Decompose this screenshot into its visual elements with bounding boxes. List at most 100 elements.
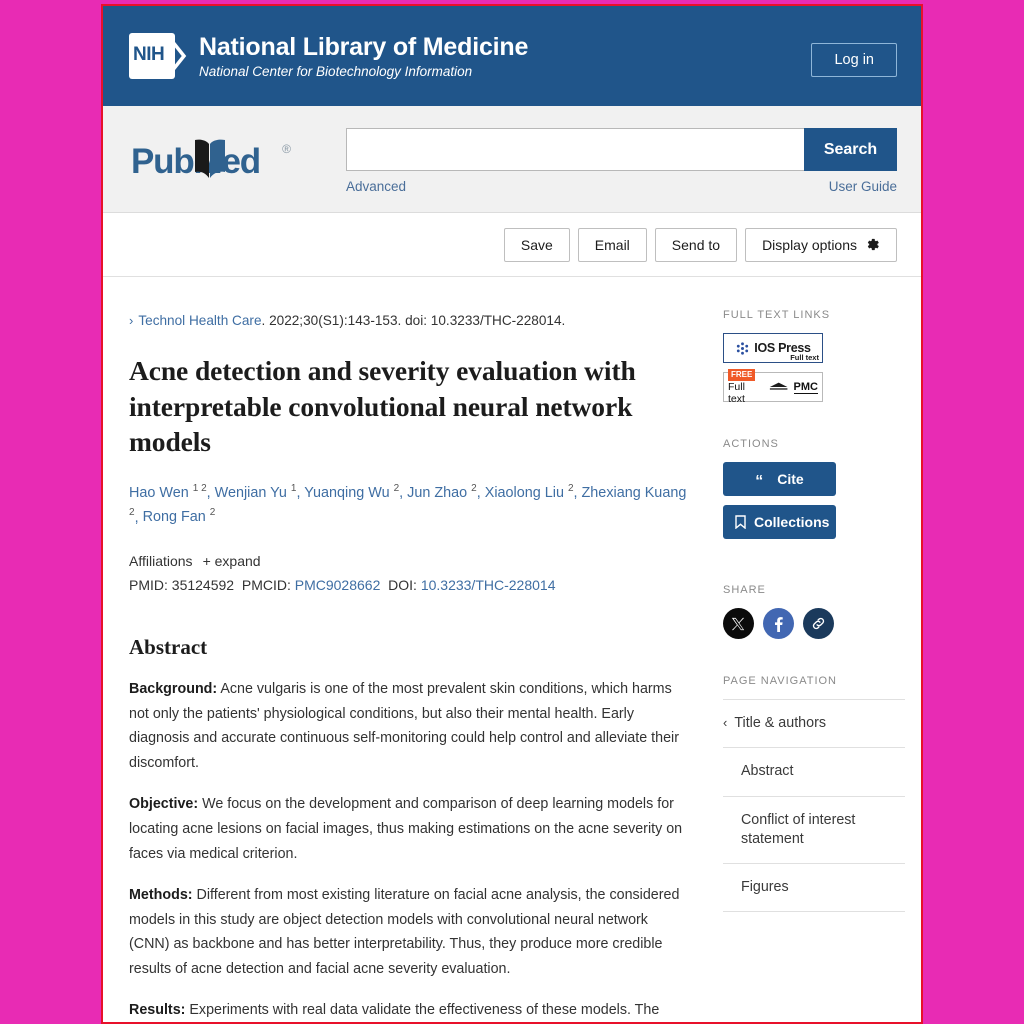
collections-button-label: Collections xyxy=(753,514,830,530)
author-4[interactable]: Xiaolong Liu 2 xyxy=(484,483,574,501)
bookmark-icon xyxy=(735,515,746,529)
author-2[interactable]: Yuanqing Wu 2 xyxy=(304,483,399,501)
author-5-name: Zhexiang Kuang xyxy=(581,484,687,501)
author-sep-5: , xyxy=(134,509,143,526)
main-content-column: › Technol Health Care. 2022;30(S1):143-1… xyxy=(103,277,715,1022)
author-3-name: Jun Zhao xyxy=(407,484,468,501)
pmc-label: PMC xyxy=(793,380,818,394)
abstract-heading: Abstract xyxy=(129,635,208,660)
display-options-label: Display options xyxy=(762,236,857,253)
abstract-objective-text: We focus on the development and comparis… xyxy=(129,796,683,862)
author-0[interactable]: Hao Wen 1 2 xyxy=(129,482,207,501)
nav-item-conflict-of-interest-label: Conflict of interest statement xyxy=(740,811,856,847)
save-button[interactable]: Save xyxy=(503,227,570,262)
citation-line: › Technol Health Care. 2022;30(S1):143-1… xyxy=(129,311,689,331)
actions-heading: ACTIONS xyxy=(722,438,779,450)
article-action-bar: Save Email Send to Display options xyxy=(103,213,921,277)
abstract-results: Results: Experiments with real data vali… xyxy=(129,998,689,1022)
nav-item-abstract-label: Abstract xyxy=(740,763,794,780)
nih-logo-mark: NIH xyxy=(129,32,187,79)
abstract-background-label: Background: xyxy=(129,681,218,698)
share-x-twitter-button[interactable] xyxy=(722,608,754,639)
ios-press-sublabel: Full text xyxy=(790,353,819,362)
citation-chevron-icon[interactable]: › xyxy=(129,311,133,331)
nav-item-figures[interactable]: Figures xyxy=(722,864,905,913)
pubmed-registered-mark: ® xyxy=(282,142,291,156)
send-to-button[interactable]: Send to xyxy=(654,227,738,262)
advanced-search-link[interactable]: Advanced xyxy=(346,179,406,194)
nav-item-title-authors[interactable]: ‹ Title & authors xyxy=(722,700,905,749)
search-area: Search Advanced User Guide xyxy=(346,128,897,194)
author-6[interactable]: Rong Fan 2 xyxy=(143,507,216,526)
send-to-button-label: Send to xyxy=(671,236,721,253)
abstract-results-label: Results: xyxy=(129,1002,186,1019)
nih-subtitle: National Center for Biotechnology Inform… xyxy=(199,63,473,79)
doi-link[interactable]: 10.3233/THC-228014 xyxy=(421,577,556,593)
author-1[interactable]: Wenjian Yu 1 xyxy=(215,483,297,501)
cite-button[interactable]: “ Cite xyxy=(722,462,836,496)
free-badge: FREE xyxy=(727,369,756,381)
ios-press-logo-icon xyxy=(737,341,749,355)
facebook-icon xyxy=(774,616,783,632)
pmcid-link[interactable]: PMC9028662 xyxy=(295,577,381,593)
abstract-methods: Methods: Different from most existing li… xyxy=(129,883,689,981)
user-guide-link[interactable]: User Guide xyxy=(829,179,897,194)
cite-button-label: Cite xyxy=(777,471,804,487)
author-6-affil: 2 xyxy=(209,507,216,519)
nav-item-conflict-of-interest[interactable]: Conflict of interest statement xyxy=(722,797,905,865)
author-sep-4: , xyxy=(573,484,582,501)
author-sep-0: , xyxy=(206,484,215,501)
abstract-methods-text: Different from most existing literature … xyxy=(129,887,680,977)
author-3[interactable]: Jun Zhao 2 xyxy=(407,483,477,501)
article-sidebar: FULL TEXT LINKS IOS Press Full text FREE… xyxy=(715,277,921,1022)
pmc-full-text-link[interactable]: FREE Full text PMC xyxy=(722,369,823,405)
page-navigation-heading: PAGE NAVIGATION xyxy=(722,675,838,687)
author-0-name: Hao Wen xyxy=(129,484,189,501)
author-sep-3: , xyxy=(476,484,485,501)
x-twitter-icon xyxy=(732,617,745,630)
doi-label: DOI: xyxy=(388,577,417,594)
pmc-building-icon xyxy=(770,382,788,390)
pubmed-logo[interactable]: PubMed ® xyxy=(131,139,291,188)
search-input[interactable] xyxy=(346,128,804,171)
nav-item-abstract[interactable]: Abstract xyxy=(722,748,905,797)
abstract-objective-label: Objective: xyxy=(129,796,199,813)
abstract-results-text: Experiments with real data validate the … xyxy=(189,1002,660,1019)
share-buttons xyxy=(722,608,905,639)
author-4-name: Xiaolong Liu xyxy=(484,484,564,501)
nih-title: National Library of Medicine xyxy=(199,32,529,61)
save-button-label: Save xyxy=(520,236,553,253)
email-button-label: Email xyxy=(594,236,630,253)
pubmed-book-icon xyxy=(195,139,225,178)
affiliations-row: Affiliations + expand xyxy=(129,553,689,569)
author-sep-2: , xyxy=(399,484,408,501)
article-body: › Technol Health Care. 2022;30(S1):143-1… xyxy=(103,277,921,1022)
gear-icon xyxy=(867,238,879,251)
nav-item-title-authors-label: Title & authors xyxy=(734,715,826,731)
author-2-name: Yuanqing Wu xyxy=(304,484,390,501)
share-facebook-button[interactable] xyxy=(762,608,794,639)
permalink-icon xyxy=(812,617,825,630)
author-list: Hao Wen 1 2, Wenjian Yu 1, Yuanqing Wu 2… xyxy=(129,481,689,530)
citation-details: . 2022;30(S1):143-153. doi: 10.3233/THC-… xyxy=(261,313,566,328)
chevron-left-icon: ‹ xyxy=(722,715,728,730)
ios-press-full-text-link[interactable]: IOS Press Full text xyxy=(722,333,823,363)
login-button[interactable]: Log in xyxy=(811,43,897,77)
pmid-label: PMID: xyxy=(129,577,168,594)
display-options-button[interactable]: Display options xyxy=(745,227,897,262)
pmc-full-text-label: Full text xyxy=(727,380,745,405)
email-button[interactable]: Email xyxy=(577,227,647,262)
journal-link[interactable]: Technol Health Care xyxy=(138,313,261,328)
author-0-affil: 1 2 xyxy=(192,482,207,494)
identifiers-row: PMID: 35124592 PMCID: PMC9028662 DOI: 10… xyxy=(129,577,689,593)
search-button[interactable]: Search xyxy=(804,128,897,171)
share-permalink-button[interactable] xyxy=(802,608,834,639)
pmid-value: 35124592 xyxy=(171,577,235,594)
abstract-methods-label: Methods: xyxy=(129,887,193,904)
expand-affiliations-link[interactable]: + expand xyxy=(203,553,261,569)
pmcid-label: PMCID: xyxy=(241,577,291,594)
abstract-objective: Objective: We focus on the development a… xyxy=(129,792,689,866)
nih-header: NIH National Library of Medicine Nationa… xyxy=(103,6,921,106)
nih-logo[interactable]: NIH National Library of Medicine Nationa… xyxy=(129,33,528,79)
collections-button[interactable]: Collections xyxy=(722,505,836,539)
